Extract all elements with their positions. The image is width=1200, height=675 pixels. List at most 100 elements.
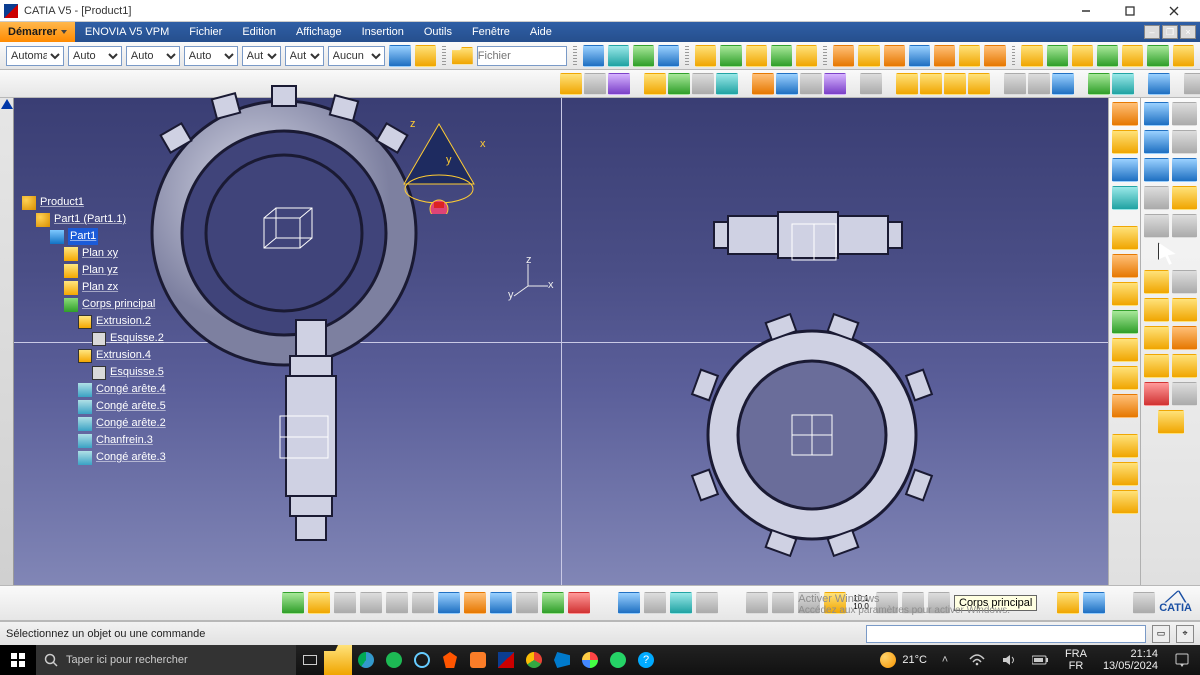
tool2-f1[interactable]	[1004, 73, 1026, 95]
rtool-b7[interactable]	[1112, 394, 1138, 418]
tray-chevron-up-icon[interactable]: ˄	[931, 645, 959, 675]
tool2-g1[interactable]	[1088, 73, 1110, 95]
whatsapp-icon[interactable]	[604, 645, 632, 675]
tool-icon-c1[interactable]	[833, 45, 854, 67]
app-icon-1[interactable]	[408, 645, 436, 675]
catia-taskbar-icon[interactable]	[492, 645, 520, 675]
rtool-a1[interactable]	[1112, 102, 1138, 126]
tool2-e2[interactable]	[920, 73, 942, 95]
tool-icon-d2[interactable]	[1047, 45, 1068, 67]
btool-12[interactable]	[568, 592, 590, 614]
normal-view-icon[interactable]	[438, 592, 460, 614]
wifi-icon[interactable]	[963, 645, 991, 675]
rtool-a2[interactable]	[1112, 130, 1138, 154]
tool-icon-d1[interactable]	[1021, 45, 1042, 67]
rtool-b1[interactable]	[1112, 226, 1138, 250]
ftool-1a[interactable]	[1144, 102, 1169, 126]
tool2-e1[interactable]	[896, 73, 918, 95]
tool-icon-c3[interactable]	[884, 45, 905, 67]
weather-widget[interactable]: 21°C	[880, 652, 927, 668]
tool2-a1[interactable]	[560, 73, 582, 95]
tree-feat-6[interactable]: Congé arête.2	[22, 415, 166, 432]
menu-start[interactable]: Démarrer	[0, 22, 75, 42]
menu-aide[interactable]: Aide	[520, 22, 562, 42]
toolbar-grip-2[interactable]	[573, 46, 577, 66]
ftool-4a[interactable]	[1144, 186, 1169, 210]
clock[interactable]: 21:14 13/05/2024	[1097, 648, 1164, 672]
ftool-8a[interactable]	[1144, 298, 1169, 322]
select-auto-5[interactable]: Aut	[242, 46, 281, 66]
select-auto-4[interactable]: Auto	[184, 46, 238, 66]
tool-icon-b4[interactable]	[771, 45, 792, 67]
rtool-b4[interactable]	[1112, 310, 1138, 334]
ftool-3b[interactable]	[1172, 158, 1197, 182]
zoom-in-icon[interactable]	[386, 592, 408, 614]
brave-icon[interactable]	[436, 645, 464, 675]
tool-icon-d5[interactable]	[1122, 45, 1143, 67]
btool-11[interactable]	[542, 592, 564, 614]
tree-feat-8[interactable]: Congé arête.3	[22, 449, 166, 466]
battery-icon[interactable]	[1027, 645, 1055, 675]
mdi-close-button[interactable]: ×	[1180, 25, 1196, 39]
spec-tree[interactable]: Product1 Part1 (Part1.1) Part1 Plan xy P…	[22, 194, 166, 466]
rtool-a4[interactable]	[1112, 186, 1138, 210]
toolbar-grip-3[interactable]	[685, 46, 689, 66]
cursor-icon[interactable]	[1158, 242, 1184, 266]
menu-fichier[interactable]: Fichier	[179, 22, 232, 42]
ftool-11a[interactable]	[1144, 382, 1169, 406]
tool-icon-c6[interactable]	[959, 45, 980, 67]
start-menu-button[interactable]	[0, 645, 36, 675]
viewport-area[interactable]: z x y z x y	[14, 98, 1108, 585]
tool2-g2[interactable]	[1112, 73, 1134, 95]
tree-feat-2[interactable]: Extrusion.4	[22, 347, 166, 364]
tree-feat-4[interactable]: Congé arête.4	[22, 381, 166, 398]
taskbar-search[interactable]: Taper ici pour rechercher	[36, 645, 296, 675]
tool-icon-b2[interactable]	[720, 45, 741, 67]
tree-feat-1[interactable]: Esquisse.2	[22, 330, 166, 347]
btool-15[interactable]	[670, 592, 692, 614]
ftool-10a[interactable]	[1144, 354, 1169, 378]
tool2-d1[interactable]	[860, 73, 882, 95]
toolbar-grip[interactable]	[442, 46, 446, 66]
btool-18[interactable]	[772, 592, 794, 614]
ftool-9a[interactable]	[1144, 326, 1169, 350]
tool-icon-d6[interactable]	[1147, 45, 1168, 67]
tool2-f2[interactable]	[1028, 73, 1050, 95]
tool2-b2[interactable]	[668, 73, 690, 95]
view-mode-icon[interactable]	[464, 592, 486, 614]
fit-all-icon[interactable]	[308, 592, 330, 614]
tool2-f3[interactable]	[1052, 73, 1074, 95]
tree-feat-0[interactable]: Extrusion.2	[22, 313, 166, 330]
toolbar-grip-5[interactable]	[1012, 46, 1016, 66]
tool-icon-d4[interactable]	[1097, 45, 1118, 67]
rotate-icon[interactable]	[360, 592, 382, 614]
ftool-10b[interactable]	[1172, 354, 1197, 378]
app-icon-2[interactable]	[576, 645, 604, 675]
tool-icon-b5[interactable]	[796, 45, 817, 67]
tool-icon-d7[interactable]	[1173, 45, 1194, 67]
ftool-5b[interactable]	[1172, 214, 1197, 238]
horizontal-splitter[interactable]	[14, 342, 1108, 343]
tree-plane-xy[interactable]: Plan xy	[22, 245, 166, 262]
status-btn-2[interactable]: ⌖	[1176, 625, 1194, 643]
menu-fenetre[interactable]: Fenêtre	[462, 22, 520, 42]
camera-icon[interactable]	[1133, 592, 1155, 614]
tree-feat-3[interactable]: Esquisse.5	[22, 364, 166, 381]
tree-plane-zx[interactable]: Plan zx	[22, 279, 166, 296]
rtool-c2[interactable]	[1112, 462, 1138, 486]
tool2-c2[interactable]	[776, 73, 798, 95]
ftool-4b[interactable]	[1172, 186, 1197, 210]
tree-body[interactable]: Corps principal	[22, 296, 166, 313]
menu-affichage[interactable]: Affichage	[286, 22, 352, 42]
tool2-c3[interactable]	[800, 73, 822, 95]
rtool-c3[interactable]	[1112, 490, 1138, 514]
mdi-minimize-button[interactable]: –	[1144, 25, 1160, 39]
rtool-b5[interactable]	[1112, 338, 1138, 362]
open-folder-icon[interactable]	[452, 47, 473, 65]
tool-icon-b1[interactable]	[695, 45, 716, 67]
rtool-b6[interactable]	[1112, 366, 1138, 390]
rtool-b2[interactable]	[1112, 254, 1138, 278]
palette-icon[interactable]	[389, 45, 410, 67]
zoom-out-icon[interactable]	[412, 592, 434, 614]
btool-9[interactable]	[490, 592, 512, 614]
